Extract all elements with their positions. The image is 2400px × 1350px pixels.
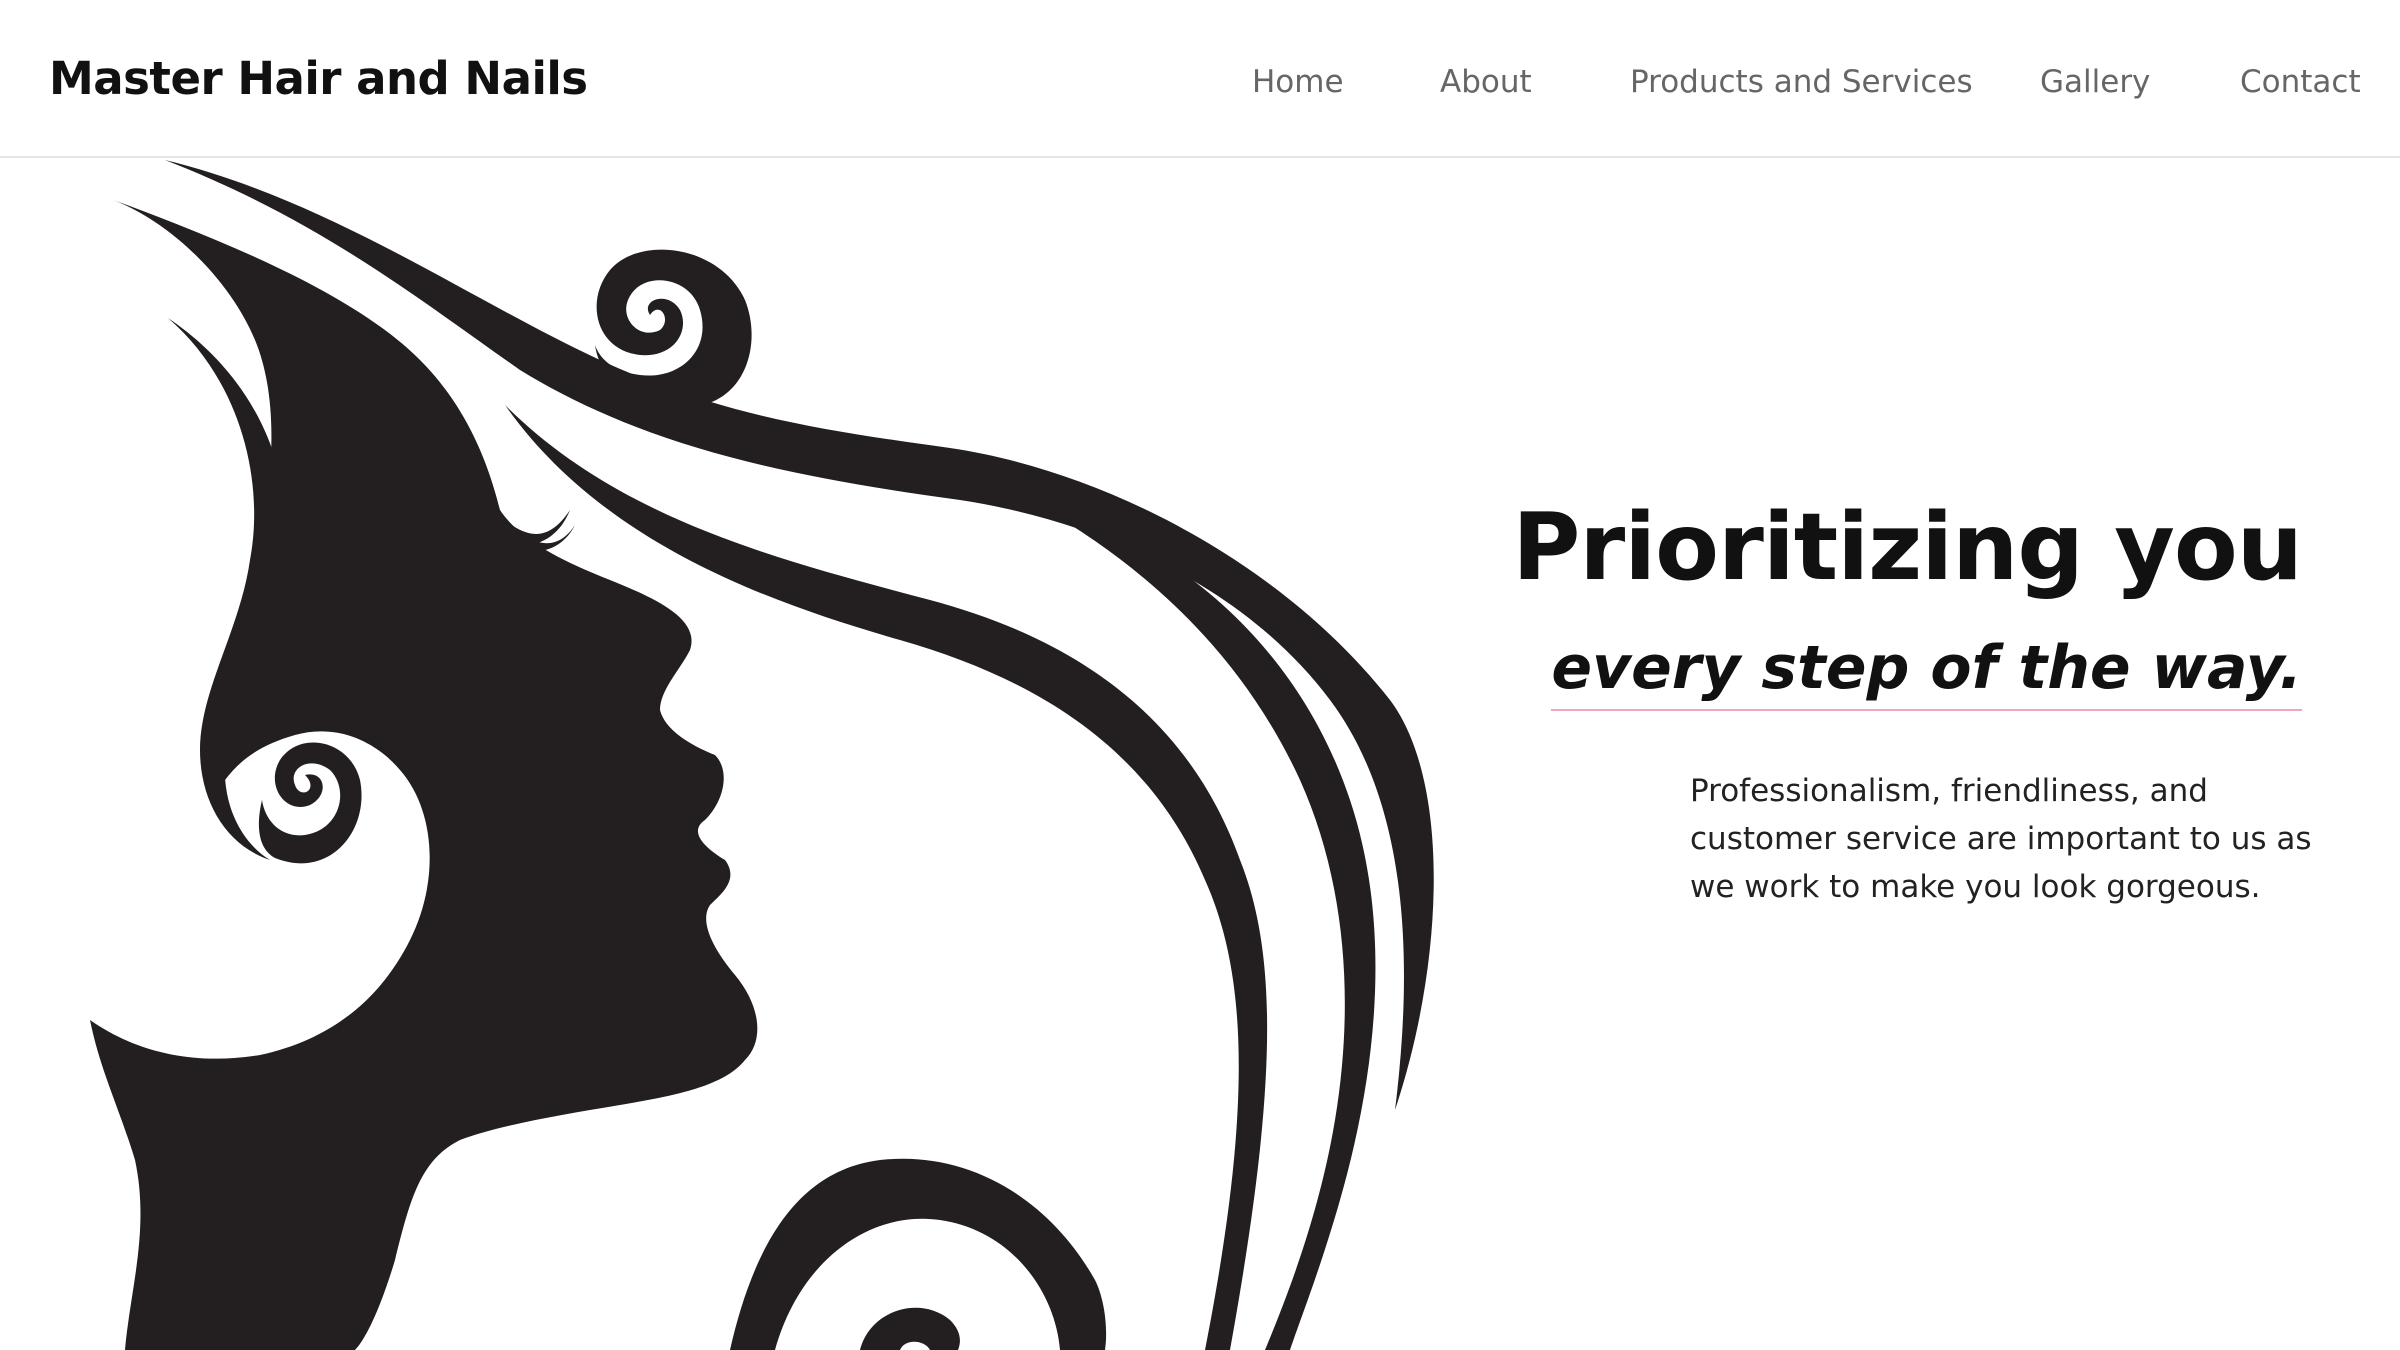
hair-strand-right: [1020, 495, 1376, 1350]
hero-silhouette-image: [0, 158, 1460, 1350]
nav-link-about[interactable]: About: [1440, 64, 1532, 100]
nav-link-contact[interactable]: Contact: [2240, 64, 2361, 100]
brand-logo[interactable]: Master Hair and Nails: [49, 52, 588, 105]
hero-tagline: every step of the way.: [1551, 633, 2302, 711]
woman-silhouette-illustration: [90, 160, 1434, 1350]
nav-link-home[interactable]: Home: [1252, 64, 1344, 100]
hair-curl-left: [258, 742, 362, 864]
hair-curl-top: [595, 249, 752, 408]
hair-strand-left: [168, 318, 286, 860]
navbar: Master Hair and Nails Home About Product…: [0, 0, 2400, 158]
hair-curl-bottom: [730, 1158, 1107, 1350]
nav-link-products-and-services[interactable]: Products and Services: [1630, 64, 1973, 100]
hero-description: Professionalism, friendliness, and custo…: [1690, 773, 2312, 905]
face-silhouette: [90, 198, 758, 1350]
hero-headline: Prioritizing you: [1512, 493, 2303, 601]
nav-link-gallery[interactable]: Gallery: [2040, 64, 2150, 100]
